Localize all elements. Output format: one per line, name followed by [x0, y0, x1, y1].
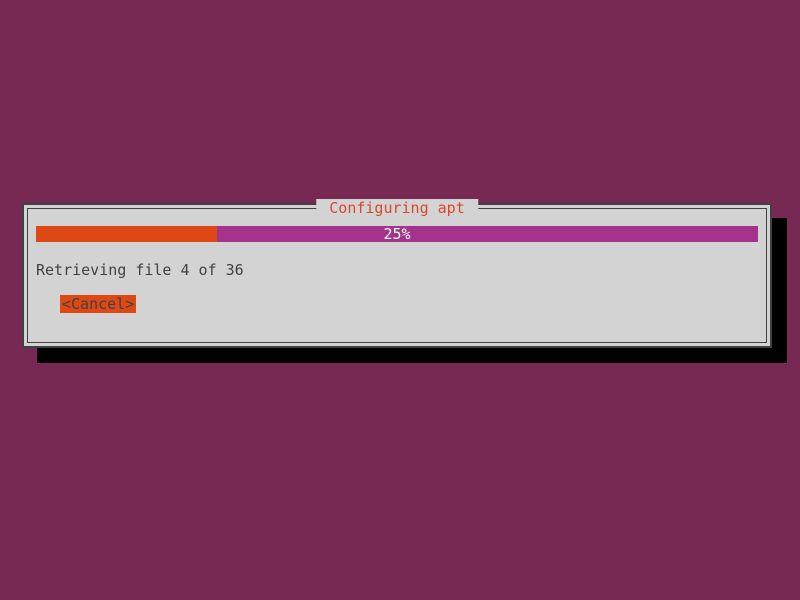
- progress-percent-label: 25%: [36, 226, 758, 242]
- status-text: Retrieving file 4 of 36: [36, 261, 244, 279]
- cancel-button[interactable]: <Cancel>: [60, 295, 136, 313]
- dialog-inner-frame: Configuring apt 25% Retrieving file 4 of…: [27, 208, 767, 343]
- configuring-apt-dialog: Configuring apt 25% Retrieving file 4 of…: [22, 203, 772, 348]
- dialog-title: Configuring apt: [316, 199, 478, 217]
